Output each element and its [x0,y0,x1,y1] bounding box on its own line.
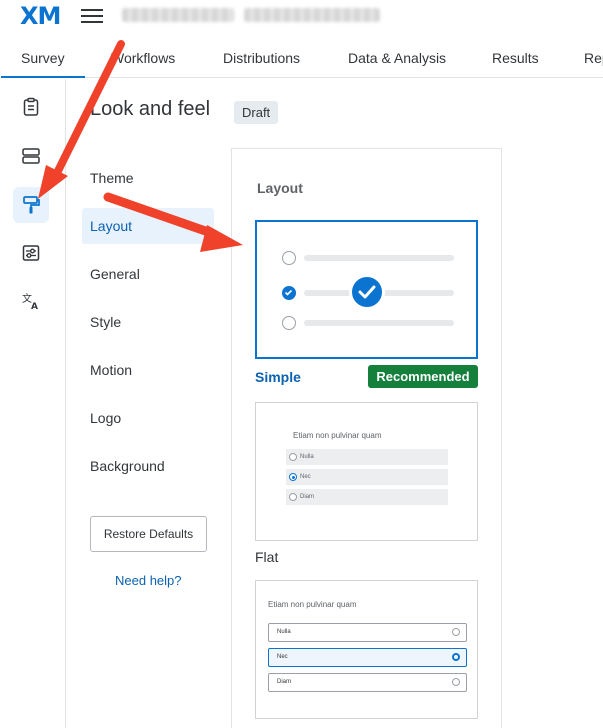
submenu-logo[interactable]: Logo [82,400,214,436]
layout-panel-title: Layout [257,180,303,196]
preview-choice: Diam [268,673,467,692]
blurred-project-name-2 [244,8,380,22]
restore-defaults-button[interactable]: Restore Defaults [90,516,207,552]
tab-data-analysis[interactable]: Data & Analysis [348,50,446,66]
submenu-motion[interactable]: Motion [82,352,214,388]
preview-line [304,255,454,261]
submenu-style[interactable]: Style [82,304,214,340]
sliders-icon [22,245,40,261]
tab-results[interactable]: Results [492,50,539,66]
submenu-background[interactable]: Background [82,448,214,484]
tab-survey[interactable]: Survey [1,50,84,78]
preview-question-text: Etiam non pulvinar quam [293,431,382,440]
preview-choice: Diam [286,489,448,505]
recommended-badge: Recommended [368,365,478,388]
top-bar: XM [0,0,603,38]
need-help-link[interactable]: Need help? [115,573,182,588]
preview-choice: Nulla [268,623,467,642]
layout-blocks-icon [22,148,40,164]
tab-distributions[interactable]: Distributions [223,50,300,66]
main-tabs: Survey Workflows Distributions Data & An… [0,38,603,78]
clipboard-icon [23,97,39,116]
tab-reports[interactable]: Rep [584,50,603,66]
layout-option-classic[interactable]: Etiam non pulvinar quam Nulla Nec Diam [255,580,478,719]
layout-option-flat[interactable]: Etiam non pulvinar quam Nulla Nec Diam [255,402,478,541]
checkmark-circle-icon [349,274,385,310]
preview-radio [282,251,296,265]
preview-radio [282,316,296,330]
hamburger-menu-icon[interactable] [81,6,103,24]
layout-option-simple[interactable] [255,220,478,359]
status-badge: Draft [234,101,279,124]
submenu-layout[interactable]: Layout [82,208,214,244]
preview-radio-checked [282,286,296,300]
look-and-feel-button[interactable] [13,187,49,223]
layout-option-flat-label: Flat [255,549,279,565]
submenu-theme[interactable]: Theme [82,160,214,196]
layout-option-simple-label: Simple [255,369,301,385]
blurred-project-name [122,8,234,22]
xm-logo[interactable]: XM [20,2,61,30]
preview-choice: Nec [286,469,448,485]
tab-workflows[interactable]: Workflows [111,50,175,66]
survey-editor-button[interactable] [13,89,49,125]
page-title: Look and feel [90,98,211,120]
paint-roller-icon [23,196,40,214]
preview-choice: Nec [268,648,467,667]
translate-icon: 文A [22,292,38,311]
translate-button[interactable]: 文A [13,283,49,319]
preview-choice: Nulla [286,449,448,465]
svg-text:A: A [31,302,38,311]
survey-flow-button[interactable] [13,138,49,174]
preview-question-text: Etiam non pulvinar quam [268,600,357,609]
survey-options-button[interactable] [13,235,49,271]
preview-line [304,320,454,326]
submenu-general[interactable]: General [82,256,214,292]
left-rail: 文A [0,79,66,728]
